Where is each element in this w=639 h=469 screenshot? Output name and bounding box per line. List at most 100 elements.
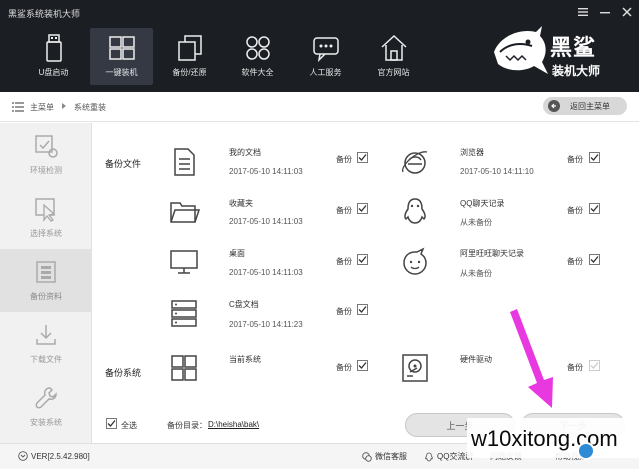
backup-data-icon — [36, 261, 56, 283]
nav-one-click-install[interactable]: 一键装机 — [90, 28, 153, 85]
backup-checkbox-c-drive[interactable] — [357, 304, 368, 315]
file-date: 2017-05-10 14:11:10 — [460, 167, 534, 176]
windows-logo-icon — [108, 36, 135, 60]
chat-bubble-icon — [312, 37, 339, 63]
backup-dir-label: 备份目录： — [167, 421, 207, 430]
backup-checkbox-qq-chat[interactable] — [589, 203, 600, 214]
site-watermark: w10xitong.com — [467, 418, 639, 458]
close-icon[interactable] — [621, 6, 633, 18]
sidebar-item-install[interactable]: 安装系统 — [0, 375, 92, 438]
sidebar-label: 下载文件 — [30, 355, 62, 364]
brand-logo: 黑鲨 装机大师 — [490, 22, 630, 86]
qq-icon — [425, 452, 433, 461]
file-date: 从未备份 — [460, 269, 492, 278]
document-icon — [174, 148, 195, 176]
usb-drive-icon — [45, 34, 62, 62]
folder-icon — [170, 202, 200, 223]
back-to-main-menu-button[interactable]: 返回主菜单 — [543, 97, 627, 115]
shark-logo-icon — [494, 26, 548, 74]
sidebar-item-backup-data[interactable]: 备份资料 — [0, 249, 92, 312]
logo-text: 黑鲨 — [550, 35, 597, 60]
backup-checkbox-current-system[interactable] — [357, 360, 368, 371]
logo-subtext: 装机大师 — [552, 64, 601, 78]
file-name: 当前系统 — [229, 355, 261, 364]
nav-label: 备份/还原 — [172, 68, 207, 77]
menu-icon[interactable] — [577, 6, 589, 18]
windows-logo-icon — [171, 355, 197, 381]
ie-browser-icon — [402, 151, 428, 174]
nav-software[interactable]: 软件大全 — [226, 28, 289, 85]
nav-label: 软件大全 — [241, 68, 274, 77]
file-date: 2017-05-10 14:11:23 — [229, 320, 303, 329]
select-all-checkbox[interactable] — [106, 418, 117, 429]
footer-label: 微信客服 — [375, 452, 407, 461]
file-name: 浏览器 — [460, 148, 484, 157]
env-check-icon — [35, 135, 58, 158]
file-name: 桌面 — [229, 249, 245, 258]
file-name: 我的文档 — [229, 148, 261, 157]
file-date: 2017-05-10 14:11:03 — [229, 268, 303, 277]
backup-label: 备份 — [336, 363, 352, 372]
sidebar-item-select-system[interactable]: 选择系统 — [0, 186, 92, 249]
home-icon — [380, 34, 407, 61]
watermark-logo-icon — [577, 442, 595, 460]
app-title: 黑鲨系统装机大师 — [8, 9, 81, 19]
monitor-icon — [170, 250, 198, 274]
file-date: 2017-05-10 14:11:03 — [229, 167, 303, 176]
step-sidebar: 环境检测 选择系统 备份资料 下载文件 安装系统 — [0, 123, 92, 443]
backup-checkbox-favorites[interactable] — [357, 203, 368, 214]
backup-label: 备份 — [336, 257, 352, 266]
wechat-icon — [362, 451, 372, 462]
nav-official-site[interactable]: 官方网站 — [362, 28, 425, 85]
file-date: 2017-05-10 14:11:03 — [229, 217, 303, 226]
backup-copy-icon — [177, 35, 202, 61]
drive-stack-icon — [171, 300, 197, 327]
sidebar-label: 备份资料 — [30, 292, 62, 301]
breadcrumb-root[interactable]: 主菜单 — [30, 102, 54, 113]
sidebar-label: 选择系统 — [30, 229, 62, 238]
file-name: 阿里旺旺聊天记录 — [460, 249, 524, 258]
list-menu-icon — [12, 102, 24, 112]
backup-checkbox-drivers[interactable] — [589, 360, 600, 371]
sidebar-label: 环境检测 — [30, 166, 62, 175]
back-arrow-icon — [548, 100, 560, 112]
breadcrumb-current: 系统重装 — [74, 103, 106, 112]
title-bar: 黑鲨系统装机大师 U盘启动 一键装机 备份/还原 软件大全 人工服务 官方网站 … — [0, 0, 639, 92]
file-name: 硬件驱动 — [460, 355, 492, 364]
wechat-support-link[interactable]: 微信客服 — [362, 451, 407, 462]
nav-backup-restore[interactable]: 备份/还原 — [158, 28, 221, 85]
download-icon — [36, 325, 56, 345]
back-button-label: 返回主菜单 — [570, 101, 610, 111]
backup-label: 备份 — [567, 363, 583, 372]
backup-label: 备份 — [336, 206, 352, 215]
wrench-icon — [35, 387, 57, 409]
nav-label: 官方网站 — [377, 68, 410, 77]
wangwang-icon — [403, 247, 427, 275]
minimize-icon[interactable] — [599, 6, 611, 18]
select-all-label: 全选 — [121, 421, 137, 430]
select-cursor-icon — [35, 198, 56, 222]
backup-checkbox-desktop[interactable] — [357, 254, 368, 265]
backup-checkbox-browser[interactable] — [589, 152, 600, 163]
backup-label: 备份 — [567, 257, 583, 266]
sidebar-item-env-check[interactable]: 环境检测 — [0, 123, 92, 186]
backup-label: 备份 — [336, 307, 352, 316]
nav-label: U盘启动 — [38, 68, 69, 77]
app-grid-icon — [245, 36, 270, 60]
section-backup-files: 备份文件 — [105, 159, 142, 169]
chevron-down-icon — [18, 451, 28, 461]
qq-penguin-icon — [404, 198, 426, 224]
backup-dir-link[interactable]: D:\heisha\bak\ — [208, 420, 259, 429]
backup-checkbox-documents[interactable] — [357, 152, 368, 163]
breadcrumb-separator-icon — [62, 103, 66, 109]
backup-checkbox-wangwang-chat[interactable] — [589, 254, 600, 265]
file-date: 从未备份 — [460, 218, 492, 227]
file-name: QQ聊天记录 — [460, 199, 505, 208]
nav-usb-boot[interactable]: U盘启动 — [22, 28, 85, 85]
sidebar-item-download[interactable]: 下载文件 — [0, 312, 92, 375]
file-name: 收藏夹 — [229, 199, 253, 208]
section-backup-system: 备份系统 — [105, 368, 142, 378]
nav-label: 一键装机 — [105, 68, 138, 77]
watermark-text: w10xitong.com — [471, 426, 618, 451]
nav-support[interactable]: 人工服务 — [294, 28, 357, 85]
